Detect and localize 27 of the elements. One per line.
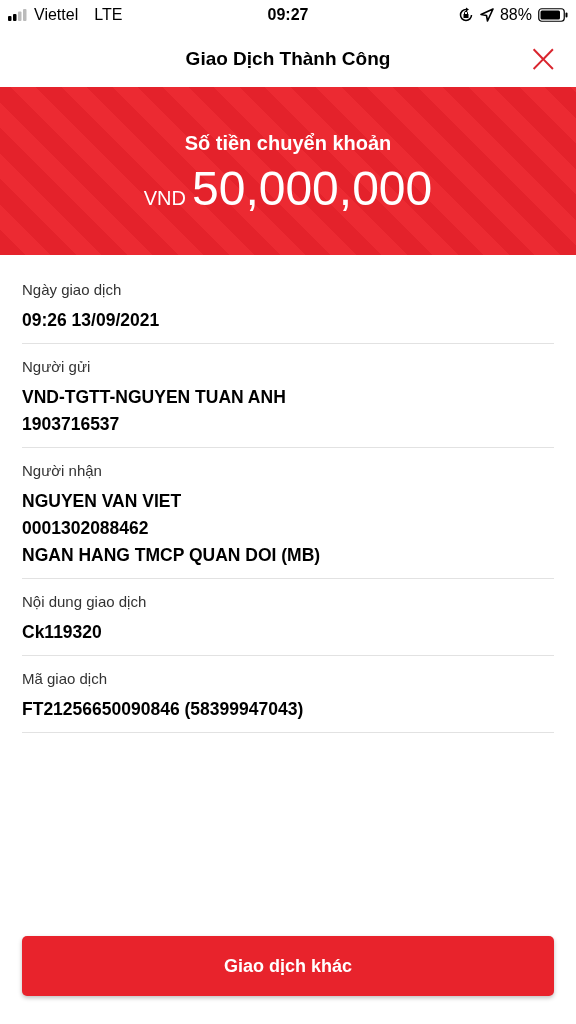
detail-value: VND-TGTT-NGUYEN TUAN ANH <box>22 387 287 408</box>
detail-value: 09:26 13/09/2021 <box>22 310 161 331</box>
status-time: 09:27 <box>267 6 309 24</box>
battery-percent: 88% <box>499 6 532 24</box>
currency-code: VND <box>143 187 186 210</box>
location-icon <box>479 8 494 22</box>
detail-value: NGUYEN VAN VIET <box>22 491 183 512</box>
detail-label: Người gửi <box>22 358 92 375</box>
detail-label: Người nhận <box>22 462 103 479</box>
carrier-name: Viettel <box>34 6 79 24</box>
other-transaction-button[interactable]: Giao dịch khác <box>22 936 554 996</box>
detail-value: Ck119320 <box>22 622 103 643</box>
detail-value: NGAN HANG TMCP QUAN DOI (MB) <box>22 545 322 566</box>
transfer-amount: 50,000,000 <box>192 161 433 216</box>
detail-value: 1903716537 <box>22 414 121 435</box>
battery-icon <box>538 8 568 22</box>
network-type: LTE <box>94 6 123 24</box>
close-button[interactable]: × <box>522 38 564 78</box>
amount-label: Số tiền chuyển khoản <box>184 132 392 155</box>
detail-label: Mã giao dịch <box>22 670 109 687</box>
detail-value: 0001302088462 <box>22 518 150 539</box>
detail-value: FT21256650090846 (58399947043) <box>22 699 305 720</box>
page-title: Giao Dịch Thành Công <box>185 47 391 70</box>
detail-label: Nội dung giao dịch <box>22 593 148 610</box>
signal-icon <box>8 9 28 21</box>
rotation-lock-icon <box>457 7 474 23</box>
detail-label: Ngày giao dịch <box>22 281 123 298</box>
